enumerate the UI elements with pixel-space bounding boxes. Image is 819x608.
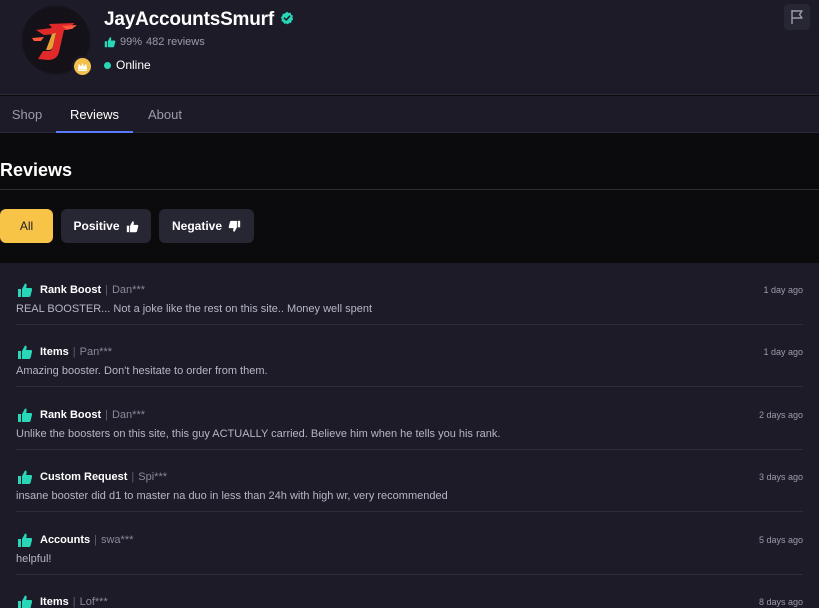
profile-header: JayAccountsSmurf 99% 482 reviews Online bbox=[0, 0, 819, 95]
thumbs-down-icon bbox=[228, 220, 241, 232]
separator: | bbox=[72, 596, 76, 608]
thumbs-up-icon bbox=[16, 469, 34, 485]
separator: | bbox=[72, 346, 76, 358]
thumbs-up-icon bbox=[104, 36, 116, 48]
review-item: Accounts | swa*** 5 days ago helpful! bbox=[16, 513, 803, 575]
review-time: 3 days ago bbox=[758, 472, 803, 482]
review-time: 1 day ago bbox=[763, 285, 803, 295]
thumbs-up-icon bbox=[16, 344, 34, 360]
review-category: Custom Request bbox=[40, 471, 128, 483]
tab-reviews[interactable]: Reviews bbox=[56, 96, 133, 133]
review-category: Rank Boost bbox=[40, 284, 102, 296]
flag-icon bbox=[791, 10, 803, 24]
separator: | bbox=[105, 284, 108, 296]
divider bbox=[0, 189, 819, 190]
thumbs-up-icon bbox=[126, 220, 138, 232]
thumbs-up-icon bbox=[16, 532, 34, 548]
review-user: Pan*** bbox=[79, 346, 113, 358]
review-time: 8 days ago bbox=[758, 597, 803, 607]
review-text: REAL BOOSTER... Not a joke like the rest… bbox=[16, 303, 373, 315]
reviews-heading: Reviews bbox=[0, 160, 73, 180]
thumbs-up-icon bbox=[16, 282, 34, 298]
review-category: Rank Boost bbox=[40, 409, 102, 421]
review-user: Lof*** bbox=[79, 596, 108, 608]
tab-about[interactable]: About bbox=[137, 96, 193, 133]
review-item: Custom Request | Spi*** 3 days ago insan… bbox=[16, 450, 803, 512]
filter-all-label: All bbox=[19, 219, 34, 233]
filter-negative-label: Negative bbox=[171, 219, 223, 233]
review-category: Accounts bbox=[40, 534, 91, 546]
review-time: 5 days ago bbox=[758, 535, 803, 545]
tab-shop[interactable]: Shop bbox=[0, 96, 54, 133]
review-item: Rank Boost | Dan*** 2 days ago Unlike th… bbox=[16, 388, 803, 450]
report-flag-button[interactable] bbox=[784, 4, 810, 30]
review-text: insane booster did d1 to master na duo i… bbox=[16, 490, 448, 502]
review-text: Unlike the boosters on this site, this g… bbox=[16, 428, 501, 440]
filter-all-button[interactable]: All bbox=[0, 209, 53, 243]
separator: | bbox=[105, 409, 108, 421]
review-item: Items | Pan*** 1 day ago Amazing booster… bbox=[16, 325, 803, 387]
separator: | bbox=[94, 534, 97, 546]
reviews-list: Rank Boost | Dan*** 1 day ago REAL BOOST… bbox=[0, 263, 819, 608]
thumbs-up-icon bbox=[16, 407, 34, 423]
review-user: swa*** bbox=[100, 534, 134, 546]
review-time: 1 day ago bbox=[763, 347, 803, 357]
review-category: Items bbox=[40, 346, 69, 358]
review-item: Items | Lof*** 8 days ago bbox=[16, 575, 803, 608]
status-label: Online bbox=[116, 58, 151, 72]
rating-percent: 99% bbox=[120, 36, 143, 48]
status-dot-icon bbox=[104, 61, 111, 69]
review-user: Dan*** bbox=[111, 284, 146, 296]
review-text: helpful! bbox=[16, 553, 52, 565]
separator: | bbox=[131, 471, 135, 483]
review-user: Dan*** bbox=[111, 409, 146, 421]
seller-name: JayAccountsSmurf bbox=[104, 9, 274, 30]
filter-negative-button[interactable]: Negative bbox=[159, 209, 254, 243]
profile-tabs: Shop Reviews About bbox=[0, 96, 819, 133]
online-status: Online bbox=[104, 58, 151, 72]
thumbs-up-icon bbox=[16, 594, 34, 608]
review-text: Amazing booster. Don't hesitate to order… bbox=[16, 365, 268, 377]
review-item: Rank Boost | Dan*** 1 day ago REAL BOOST… bbox=[16, 263, 803, 325]
review-user: Spi*** bbox=[138, 471, 168, 483]
crown-icon bbox=[72, 56, 93, 77]
filter-positive-label: Positive bbox=[73, 219, 120, 233]
verified-icon bbox=[280, 11, 294, 30]
review-time: 2 days ago bbox=[758, 410, 803, 420]
reviews-count: 482 reviews bbox=[146, 36, 205, 48]
rating-summary: 99% 482 reviews bbox=[104, 36, 205, 48]
filter-positive-button[interactable]: Positive bbox=[61, 209, 151, 243]
review-category: Items bbox=[40, 596, 69, 608]
